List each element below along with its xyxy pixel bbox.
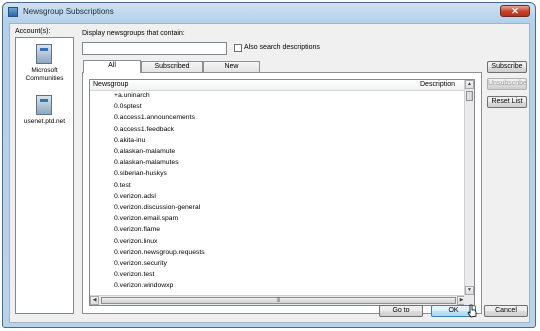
list-item[interactable]: 0.0sptest [114,102,142,112]
list-header: Newsgroup Description [90,80,466,91]
list-item[interactable]: 0.test [114,181,131,191]
cancel-button[interactable]: Cancel [484,305,528,317]
scroll-down-icon[interactable]: ▼ [465,286,474,295]
list-item[interactable]: 0.verizon.newsgroup.requests [114,248,205,258]
accounts-list[interactable]: Microsoft Communities usenet.ptd.net [15,37,74,314]
scroll-left-icon[interactable]: ◀ [90,296,99,305]
horizontal-scrollbar[interactable]: ◀ ||| ▶ [90,295,466,305]
subscribe-button[interactable]: Subscribe [487,61,527,73]
list-item[interactable]: 0.alaskan-malamutes [114,158,179,168]
list-item[interactable]: 0.verizon.email.spam [114,214,178,224]
search-input[interactable] [82,42,227,55]
account-label: usenet.ptd.net [23,118,66,125]
unsubscribe-button[interactable]: Unsubscribe [487,78,527,90]
accounts-label: Account(s): [15,28,51,35]
column-header-newsgroup[interactable]: Newsgroup [93,81,128,88]
tab-new[interactable]: New [203,61,260,72]
column-header-description[interactable]: Description [420,81,455,88]
list-item[interactable]: 0.verizon.windowxp [114,281,173,291]
hand-cursor-icon [467,304,477,318]
list-item[interactable]: +a.uninarch [114,91,150,101]
app-icon [8,7,18,17]
list-item[interactable]: 0.verizon.test [114,270,154,280]
list-item[interactable]: 0.siberian-huskys [114,169,167,179]
list-item[interactable]: 0.alaskan-malamute [114,147,175,157]
reset-list-button[interactable]: Reset List [487,96,527,108]
vertical-scroll-thumb[interactable] [466,91,473,101]
scroll-up-icon[interactable]: ▲ [465,80,474,89]
server-icon [36,44,52,64]
newsgroup-list[interactable]: Newsgroup Description +a.uninarch 0.0spte… [89,79,475,306]
goto-button[interactable]: Go to [379,305,423,317]
horizontal-scroll-thumb[interactable]: ||| [101,297,456,304]
list-rows: +a.uninarch 0.0sptest 0.access1.announceme… [90,91,466,293]
dialog-body: Account(s): Microsoft Communities usenet… [9,23,530,323]
list-item[interactable]: 0.verizon.adsl [114,192,156,202]
list-item[interactable]: 0.verizon.linux [114,237,157,247]
tab-panel: Newsgroup Description +a.uninarch 0.0spte… [82,72,482,314]
dialog-window: Newsgroup Subscriptions ✕ Account(s): Mi… [2,2,536,328]
also-search-descriptions-checkbox[interactable] [234,44,242,52]
server-icon [36,95,52,115]
vertical-scrollbar[interactable]: ▲ ▼ [464,80,474,295]
window-title: Newsgroup Subscriptions [23,7,114,16]
list-item[interactable]: 0.access1.announcements [114,113,195,123]
list-item[interactable]: 0.verizon.discussion-general [114,203,200,213]
tab-all[interactable]: All [83,60,141,73]
account-label: Microsoft Communities [25,67,64,82]
tab-subscribed[interactable]: Subscribed [141,61,203,72]
list-item[interactable]: 0.access1.feedback [114,125,174,135]
list-item[interactable]: 0.verizon.security [114,259,167,269]
close-button[interactable]: ✕ [500,5,530,17]
list-item[interactable]: 0.akita-inu [114,136,145,146]
title-bar[interactable]: Newsgroup Subscriptions ✕ [3,3,535,21]
also-search-descriptions-label[interactable]: Also search descriptions [244,44,320,51]
search-label: Display newsgroups that contain: [82,30,185,37]
list-item[interactable]: 0.verizon.flame [114,225,160,235]
